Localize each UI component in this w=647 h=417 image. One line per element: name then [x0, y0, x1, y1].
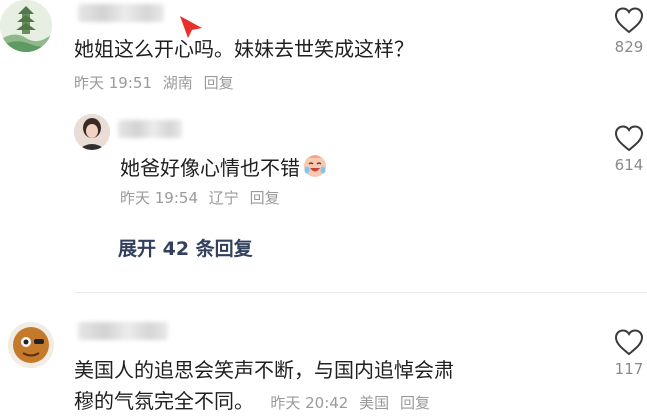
heart-icon: [614, 329, 644, 356]
comment-region: 美国: [359, 394, 390, 412]
like-button[interactable]: 614: [609, 124, 647, 174]
avatar[interactable]: [74, 114, 110, 150]
comment-text: 美国人的追思会笑声不断，与国内追悼会肃: [74, 358, 454, 382]
expand-replies-button[interactable]: 展开 42 条回复: [118, 234, 253, 261]
reply-button[interactable]: 回复: [204, 74, 234, 92]
portrait-avatar-image: [74, 114, 110, 150]
username-blurred[interactable]: [78, 4, 164, 22]
like-count: 117: [614, 360, 644, 378]
comment-text-content: 穆的气氛完全不同。: [74, 389, 254, 413]
comment-text: 穆的气氛完全不同。 昨天 20:42 美国 回复: [74, 386, 436, 417]
comment-meta: 昨天 19:51 湖南 回复: [74, 72, 240, 93]
like-count: 614: [614, 156, 644, 174]
avatar[interactable]: [0, 0, 52, 52]
comment-text-content: 她爸好像心情也不错: [120, 156, 300, 180]
reply-button[interactable]: 回复: [400, 394, 430, 412]
comment-region: 湖南: [162, 74, 193, 92]
avatar[interactable]: [8, 322, 54, 368]
comment-region: 辽宁: [208, 189, 239, 207]
heart-icon: [614, 125, 644, 152]
reply-button[interactable]: 回复: [250, 189, 280, 207]
comment-text: 她姐这么开心吗。妹妹去世笑成这样？: [74, 37, 414, 61]
comment-time: 昨天 19:54: [120, 189, 198, 207]
like-button[interactable]: 117: [609, 328, 647, 378]
like-count: 829: [614, 38, 644, 56]
comment-text: 她爸好像心情也不错: [120, 152, 328, 183]
username-blurred[interactable]: [78, 322, 168, 340]
comment-time: 昨天 19:51: [74, 74, 152, 92]
divider: [74, 292, 647, 293]
comment-meta: 昨天 20:42 美国 回复: [270, 394, 436, 412]
cartoon-avatar-image: [8, 322, 54, 368]
laugh-cry-emoji-icon: [304, 155, 326, 177]
username-blurred[interactable]: [118, 120, 182, 138]
comment-time: 昨天 20:42: [270, 394, 349, 412]
like-button[interactable]: 829: [609, 6, 647, 56]
comment-meta: 昨天 19:54 辽宁 回复: [120, 187, 286, 208]
pagoda-avatar-image: [0, 0, 52, 52]
heart-icon: [614, 7, 644, 34]
